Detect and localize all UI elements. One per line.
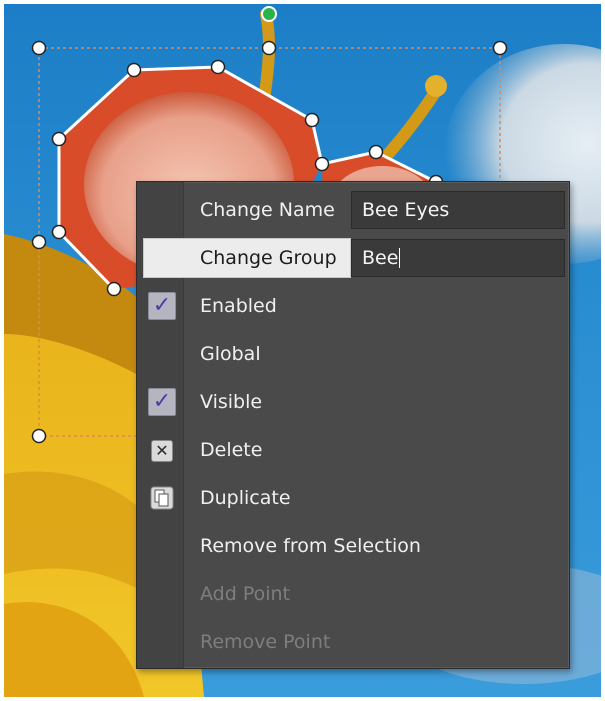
shape-name-field[interactable]: Bee Eyes (351, 191, 565, 229)
text-caret (399, 247, 401, 268)
menu-item-duplicate[interactable]: Duplicate (137, 474, 569, 522)
menu-item-delete[interactable]: ✕ Delete (137, 426, 569, 474)
check-icon: ✓ (148, 388, 176, 416)
enabled-label: Enabled (200, 295, 277, 317)
duplicate-label: Duplicate (200, 487, 291, 509)
duplicate-icon (150, 486, 174, 510)
control-point (368, 144, 384, 160)
group-name-field[interactable]: Bee (351, 239, 565, 277)
bbox-handle-top-left (31, 40, 47, 56)
bbox-handle-top-right (492, 40, 508, 56)
control-point (126, 62, 142, 78)
visible-label: Visible (200, 391, 263, 413)
control-point (304, 112, 320, 128)
menu-item-add-point: Add Point (137, 570, 569, 618)
delete-label: Delete (200, 439, 263, 461)
bbox-handle-mid-left (31, 234, 47, 250)
menu-item-enabled[interactable]: ✓ Enabled (137, 282, 569, 330)
control-point (210, 59, 226, 75)
menu-item-remove-point: Remove Point (137, 618, 569, 666)
shape-context-menu: Change Name Bee Eyes Change Group Bee ✓ … (136, 181, 570, 669)
rotation-handle (261, 6, 277, 22)
delete-icon: ✕ (151, 440, 173, 462)
menu-item-change-name[interactable]: Change Name Bee Eyes (137, 186, 569, 234)
change-name-label: Change Name (200, 199, 335, 221)
remove-from-selection-label: Remove from Selection (200, 535, 421, 557)
bbox-handle-top-center (261, 40, 277, 56)
bee-antenna-tip (425, 75, 447, 97)
global-label: Global (200, 343, 261, 365)
menu-item-remove-from-selection[interactable]: Remove from Selection (137, 522, 569, 570)
menu-item-global[interactable]: Global (137, 330, 569, 378)
menu-item-change-group[interactable]: Change Group Bee (137, 234, 569, 282)
check-icon: ✓ (148, 292, 176, 320)
add-point-label: Add Point (200, 583, 290, 605)
menu-item-visible[interactable]: ✓ Visible (137, 378, 569, 426)
control-point (51, 224, 67, 240)
control-point (106, 281, 122, 297)
control-point (51, 131, 67, 147)
change-group-label: Change Group (200, 247, 337, 269)
control-point (314, 156, 330, 172)
bbox-handle-bottom-left (31, 428, 47, 444)
group-name-value: Bee (362, 247, 399, 269)
remove-point-label: Remove Point (200, 631, 331, 653)
